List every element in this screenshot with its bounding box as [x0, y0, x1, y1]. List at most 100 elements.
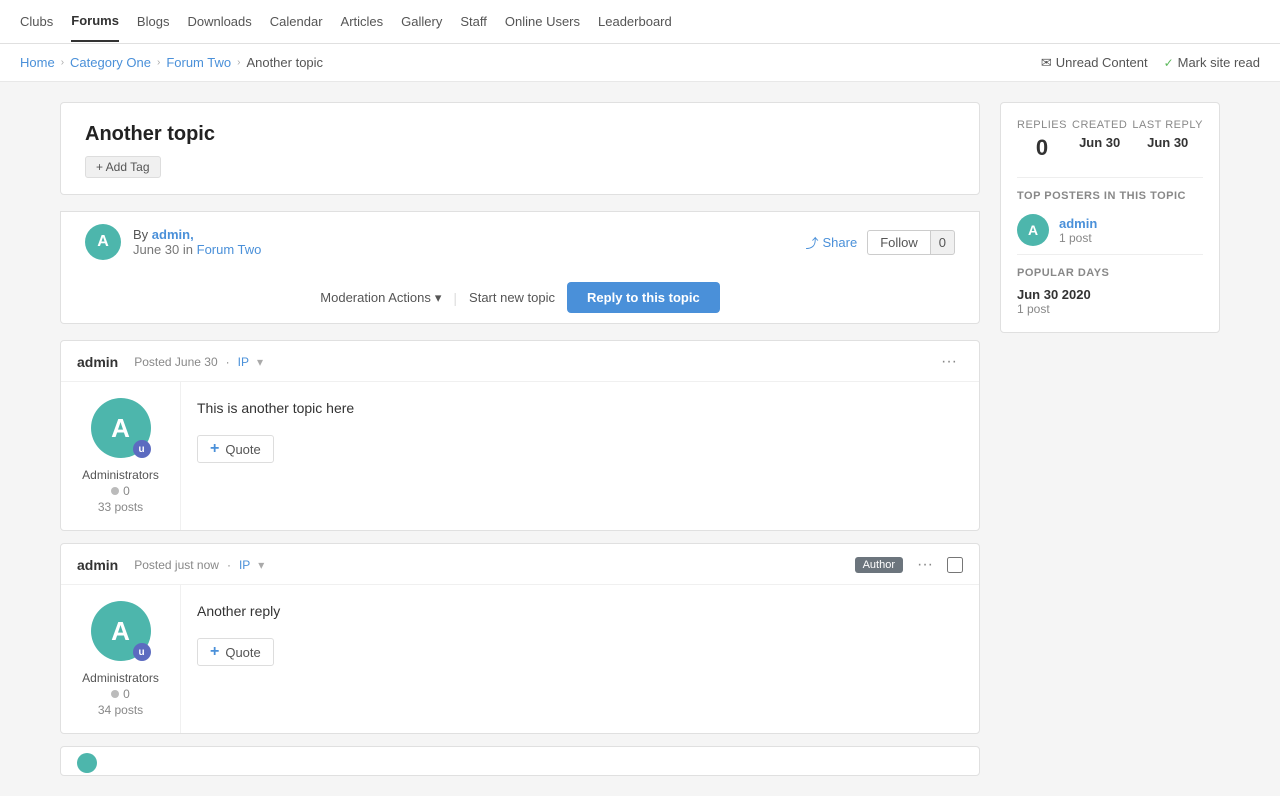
post-text: Another reply: [197, 601, 963, 622]
topic-date: June 30 in Forum Two: [133, 242, 261, 257]
action-separator: |: [453, 290, 457, 306]
post-options-button[interactable]: ···: [935, 351, 963, 373]
user-group: Administrators: [82, 468, 159, 482]
post-select-checkbox[interactable]: [947, 557, 963, 573]
nav-calendar[interactable]: Calendar: [270, 2, 323, 41]
unread-content-link[interactable]: ✉ Unread Content: [1041, 55, 1148, 71]
follow-button-group: Follow 0: [867, 230, 955, 255]
quote-button[interactable]: + Quote: [197, 638, 274, 666]
nav-blogs[interactable]: Blogs: [137, 2, 170, 41]
post-options-button[interactable]: ···: [911, 554, 939, 576]
admin-badge-icon: u: [133, 643, 151, 661]
mark-read-label: Mark site read: [1178, 55, 1260, 70]
user-post-count: 33 posts: [98, 500, 143, 514]
share-icon: ⤴: [805, 233, 818, 252]
breadcrumb-category[interactable]: Category One: [70, 55, 151, 70]
author-badge: Author: [855, 557, 903, 573]
top-poster-item: A admin 1 post: [1017, 214, 1203, 246]
breadcrumb-forum[interactable]: Forum Two: [166, 55, 231, 70]
nav-clubs[interactable]: Clubs: [20, 2, 53, 41]
add-tag-button[interactable]: + Add Tag: [85, 156, 161, 178]
post-avatar-column: A u Administrators 0 34 posts: [61, 585, 181, 733]
post-body: A u Administrators 0 33 posts This is an…: [61, 382, 979, 530]
unread-content-label: Unread Content: [1056, 55, 1148, 70]
topic-author-name: admin,: [152, 227, 194, 242]
start-new-topic-button[interactable]: Start new topic: [469, 290, 555, 305]
post-author-name: admin: [77, 354, 118, 370]
rep-dot-icon: [111, 487, 119, 495]
popular-days-title: POPULAR DAYS: [1017, 254, 1203, 279]
post-ip-link[interactable]: IP: [239, 558, 250, 572]
plus-icon: +: [210, 440, 219, 458]
topic-by-label: By: [133, 227, 152, 242]
created-value: Jun 30: [1072, 135, 1127, 150]
post-card: admin Posted just now · IP ▾ Author ···: [60, 543, 980, 734]
breadcrumb-sep-3: ›: [237, 57, 240, 68]
topic-forum-link[interactable]: Forum Two: [197, 242, 262, 257]
nav-downloads[interactable]: Downloads: [187, 2, 251, 41]
plus-icon: +: [210, 643, 219, 661]
partial-avatar: [77, 753, 97, 773]
post-avatar: A u: [91, 398, 151, 458]
top-poster-info: admin 1 post: [1059, 216, 1097, 245]
user-group: Administrators: [82, 671, 159, 685]
top-posters-title: TOP POSTERS IN THIS TOPIC: [1017, 177, 1203, 202]
stats-card: Replies 0 Created Jun 30 Last Reply Jun …: [1000, 102, 1220, 333]
moderation-actions-button[interactable]: Moderation Actions ▾: [320, 290, 441, 306]
topic-meta: A By admin, June 30 in Forum Two ⤴ Share: [60, 211, 980, 272]
topic-stats: Replies 0 Created Jun 30 Last Reply Jun …: [1017, 119, 1203, 161]
sidebar: Replies 0 Created Jun 30 Last Reply Jun …: [1000, 102, 1220, 776]
topic-author-avatar: A: [85, 224, 121, 260]
inbox-icon: ✉: [1041, 55, 1052, 71]
popular-day-posts: 1 post: [1017, 302, 1203, 316]
last-reply-label: Last Reply: [1132, 119, 1203, 131]
last-reply-stat: Last Reply Jun 30: [1132, 119, 1203, 161]
ip-chevron-icon: ▾: [258, 558, 264, 572]
breadcrumb-bar: Home › Category One › Forum Two › Anothe…: [0, 44, 1280, 82]
admin-badge-icon: u: [133, 440, 151, 458]
follow-count: 0: [930, 230, 955, 255]
follow-button[interactable]: Follow: [867, 230, 930, 255]
post-text: This is another topic here: [197, 398, 963, 419]
last-reply-value: Jun 30: [1132, 135, 1203, 150]
nav-online-users[interactable]: Online Users: [505, 2, 580, 41]
post-content-column: This is another topic here + Quote: [181, 382, 979, 530]
quote-button[interactable]: + Quote: [197, 435, 274, 463]
checkmark-icon: ✓: [1164, 56, 1174, 70]
nav-staff[interactable]: Staff: [460, 2, 487, 41]
breadcrumb-sep-1: ›: [61, 57, 64, 68]
post-header-right: Author ···: [855, 554, 963, 576]
rep-dot-icon: [111, 690, 119, 698]
post-ip-link[interactable]: IP: [238, 355, 249, 369]
main-container: Another topic + Add Tag A By admin, June…: [40, 102, 1240, 776]
replies-value: 0: [1017, 135, 1067, 161]
user-rep: 0: [111, 687, 130, 701]
partial-post-card: [60, 746, 980, 776]
nav-articles[interactable]: Articles: [341, 2, 384, 41]
reply-button[interactable]: Reply to this topic: [567, 282, 720, 313]
created-label: Created: [1072, 119, 1127, 131]
top-navigation: Clubs Forums Blogs Downloads Calendar Ar…: [0, 0, 1280, 44]
post-header-right: ···: [935, 351, 963, 373]
breadcrumb-current: Another topic: [246, 55, 323, 70]
nav-leaderboard[interactable]: Leaderboard: [598, 2, 672, 41]
top-poster-name: admin: [1059, 216, 1097, 231]
topic-title: Another topic: [85, 123, 955, 146]
nav-forums[interactable]: Forums: [71, 1, 119, 42]
post-content-column: Another reply + Quote: [181, 585, 979, 733]
nav-gallery[interactable]: Gallery: [401, 2, 442, 41]
breadcrumb-home[interactable]: Home: [20, 55, 55, 70]
replies-label: Replies: [1017, 119, 1067, 131]
popular-day-item: Jun 30 2020: [1017, 287, 1203, 302]
post-body: A u Administrators 0 34 posts Another re…: [61, 585, 979, 733]
post-card: admin Posted June 30 · IP ▾ ··· A: [60, 340, 980, 531]
share-button[interactable]: ⤴ Share: [805, 233, 857, 252]
chevron-down-icon: ▾: [435, 290, 442, 306]
mark-read-link[interactable]: ✓ Mark site read: [1164, 55, 1260, 70]
created-stat: Created Jun 30: [1072, 119, 1127, 161]
breadcrumb-actions: ✉ Unread Content ✓ Mark site read: [1041, 55, 1260, 71]
user-post-count: 34 posts: [98, 703, 143, 717]
ip-chevron-icon: ▾: [257, 355, 263, 369]
topic-header: Another topic + Add Tag: [60, 102, 980, 195]
post-avatar: A u: [91, 601, 151, 661]
